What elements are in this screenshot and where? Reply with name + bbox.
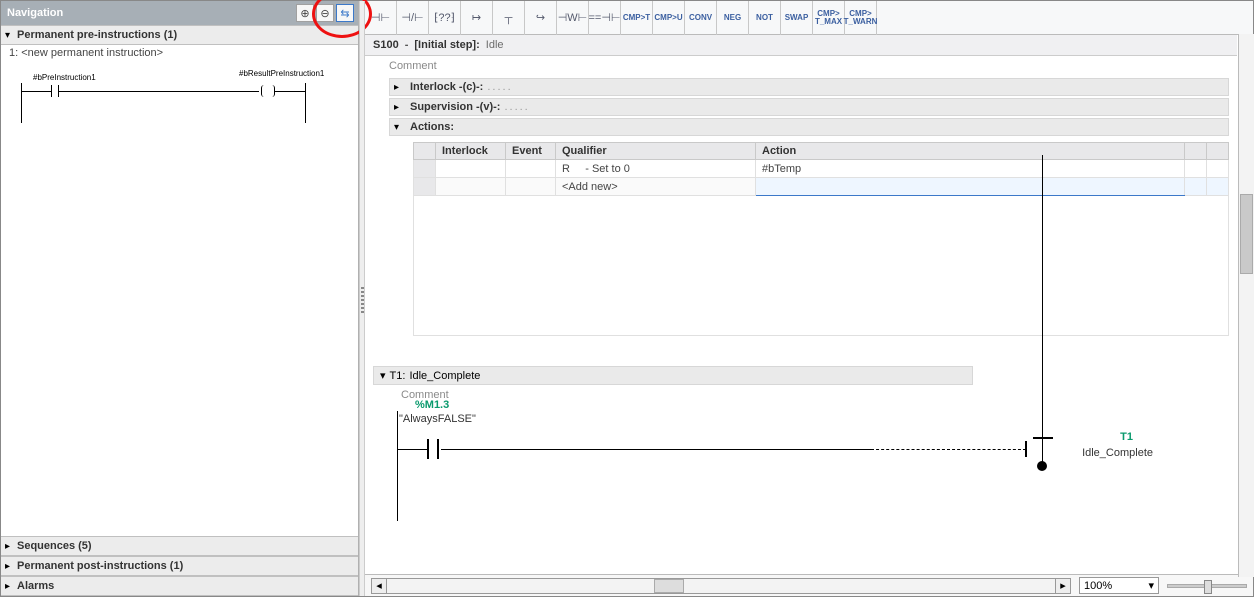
action-row[interactable]: R - Set to 0 #bTemp <box>414 160 1229 178</box>
scroll-right-button[interactable]: ▸ <box>1055 578 1071 594</box>
chevron-down-icon: ▾ <box>5 30 17 41</box>
add-new-row[interactable]: <Add new> <box>414 178 1229 196</box>
supervision-section[interactable]: ▸ Supervision -(v)-: ..... <box>389 98 1229 116</box>
table-header-row: Interlock Event Qualifier Action <box>414 143 1229 160</box>
zoom-select[interactable]: 100% ▾ <box>1079 577 1159 594</box>
step-name: Idle <box>486 39 504 51</box>
chevron-right-icon: ▸ <box>394 102 406 113</box>
placeholder-dots: ..... <box>504 101 529 113</box>
step-label: [Initial step]: <box>414 39 479 51</box>
chevron-right-icon: ▸ <box>394 82 406 93</box>
cell-action[interactable]: #bTemp <box>756 160 1185 178</box>
tag-address[interactable]: %M1.3 <box>415 399 449 411</box>
tb-not[interactable]: NOT <box>749 1 781 35</box>
tb-word-contact[interactable]: ⊣W⊢ <box>557 1 589 35</box>
cell-action-input[interactable] <box>756 178 1185 196</box>
placeholder-dots: ..... <box>487 81 512 93</box>
horizontal-scrollbar[interactable]: ◂ ▸ <box>371 578 1071 594</box>
tb-cmp-u[interactable]: CMP>U <box>653 1 685 35</box>
transition-block: ▾ T1: Idle_Complete Comment %M1.3 "Alway… <box>365 366 1237 536</box>
instruction-toolbar: ⊣⊢ ⊣/⊢ ⁅??⁆ ↦ ┬ ↪ ⊣W⊢ ==⊣⊢ CMP>T CMP>U C… <box>365 1 1253 35</box>
transition-header[interactable]: ▾ T1: Idle_Complete <box>373 366 973 385</box>
tb-swap[interactable]: SWAP <box>781 1 813 35</box>
actions-section[interactable]: ▾ Actions: <box>389 118 1229 136</box>
tag-symbol[interactable]: "AlwaysFALSE" <box>399 413 476 425</box>
zoom-slider-knob[interactable] <box>1204 580 1212 594</box>
row-selector-header <box>414 143 436 160</box>
tb-conv[interactable]: CONV <box>685 1 717 35</box>
tb-cmp-t[interactable]: CMP>T <box>621 1 653 35</box>
col-extra2 <box>1207 143 1229 160</box>
zoom-slider[interactable] <box>1167 584 1247 588</box>
chevron-down-icon: ▾ <box>380 369 386 382</box>
zoom-out-icon[interactable]: ⊖ <box>316 4 334 22</box>
col-qualifier[interactable]: Qualifier <box>556 143 756 160</box>
tb-cmp-tmax[interactable]: CMP> T_MAX <box>813 1 845 35</box>
tb-cmp-twarn[interactable]: CMP> T_WARN <box>845 1 877 35</box>
nav-section-sequences[interactable]: ▸ Sequences (5) <box>1 536 358 556</box>
section-label: Supervision -(v)-: <box>410 101 500 113</box>
navigation-header: Navigation ⊕ ⊖ ⇆ <box>1 1 358 25</box>
main-panel: ⊣⊢ ⊣/⊢ ⁅??⁆ ↦ ┬ ↪ ⊣W⊢ ==⊣⊢ CMP>T CMP>U C… <box>365 1 1253 596</box>
ladder-mini-diagram: #bPreInstruction1 #bResultPreInstruction… <box>1 61 358 121</box>
nav-section-label: Alarms <box>17 580 54 592</box>
status-bar: ◂ ▸ 100% ▾ <box>365 574 1253 596</box>
mini-left-label: #bPreInstruction1 <box>33 73 96 82</box>
zoom-in-icon[interactable]: ⊕ <box>296 4 314 22</box>
tb-nc-contact[interactable]: ⊣/⊢ <box>397 1 429 35</box>
nav-section-label: Sequences (5) <box>17 540 92 552</box>
chevron-down-icon: ▾ <box>394 122 406 133</box>
nav-section-pre-instructions[interactable]: ▾ Permanent pre-instructions (1) <box>1 25 358 45</box>
sync-view-icon[interactable]: ⇆ <box>336 4 354 22</box>
cell-add-new[interactable]: <Add new> <box>556 178 756 196</box>
col-interlock[interactable]: Interlock <box>436 143 506 160</box>
transition-ladder: %M1.3 "AlwaysFALSE" <box>397 419 1237 519</box>
scroll-left-button[interactable]: ◂ <box>371 578 387 594</box>
mini-right-label: #bResultPreInstruction1 <box>239 69 309 78</box>
tb-no-contact[interactable]: ⊣⊢ <box>365 1 397 35</box>
actions-table: Interlock Event Qualifier Action <box>413 142 1229 336</box>
nav-section-post-instructions[interactable]: ▸ Permanent post-instructions (1) <box>1 556 358 576</box>
col-event[interactable]: Event <box>506 143 556 160</box>
tb-branch-right[interactable]: ↦ <box>461 1 493 35</box>
step-id: S100 <box>373 39 399 51</box>
tb-branch-close[interactable]: ↪ <box>525 1 557 35</box>
transition-id: T1: <box>390 370 406 382</box>
nav-section-alarms[interactable]: ▸ Alarms <box>1 576 358 596</box>
nav-section-label: Permanent pre-instructions (1) <box>17 29 177 41</box>
nav-section-label: Permanent post-instructions (1) <box>17 560 183 572</box>
hscroll-thumb[interactable] <box>654 579 684 593</box>
actions-table-container: Interlock Event Qualifier Action <box>413 142 1229 336</box>
cell-qualifier[interactable]: R - Set to 0 <box>556 160 756 178</box>
col-action[interactable]: Action <box>756 143 1185 160</box>
nav-body: 1: <new permanent instruction> #bPreInst… <box>1 45 358 536</box>
transition-comment[interactable]: Comment <box>373 385 1237 405</box>
zoom-value: 100% <box>1084 580 1112 592</box>
step-header[interactable]: S100 - [Initial step]: Idle <box>365 35 1237 56</box>
vertical-scrollbar[interactable] <box>1238 34 1254 577</box>
transition-name: Idle_Complete <box>409 370 480 382</box>
empty-row <box>414 196 1229 336</box>
chevron-right-icon: ▸ <box>5 561 17 572</box>
dropdown-icon: ▾ <box>1148 579 1154 592</box>
tb-neg[interactable]: NEG <box>717 1 749 35</box>
interlock-section[interactable]: ▸ Interlock -(c)-: ..... <box>389 78 1229 96</box>
tb-cmp-contact[interactable]: ==⊣⊢ <box>589 1 621 35</box>
section-label: Interlock -(c)-: <box>410 81 483 93</box>
tb-branch-open[interactable]: ┬ <box>493 1 525 35</box>
permanent-instruction-item[interactable]: 1: <new permanent instruction> <box>1 45 358 61</box>
editor-content: S100 - [Initial step]: Idle Comment ▸ In… <box>365 35 1253 574</box>
scroll-thumb[interactable] <box>1240 194 1253 274</box>
chevron-right-icon: ▸ <box>5 581 17 592</box>
chevron-right-icon: ▸ <box>5 541 17 552</box>
tb-empty-box[interactable]: ⁅??⁆ <box>429 1 461 35</box>
col-extra1 <box>1185 143 1207 160</box>
navigation-panel: Navigation ⊕ ⊖ ⇆ ▾ Permanent pre-instruc… <box>1 1 359 596</box>
navigation-title: Navigation <box>5 7 63 19</box>
step-comment[interactable]: Comment <box>365 56 1237 76</box>
section-label: Actions: <box>410 121 454 133</box>
